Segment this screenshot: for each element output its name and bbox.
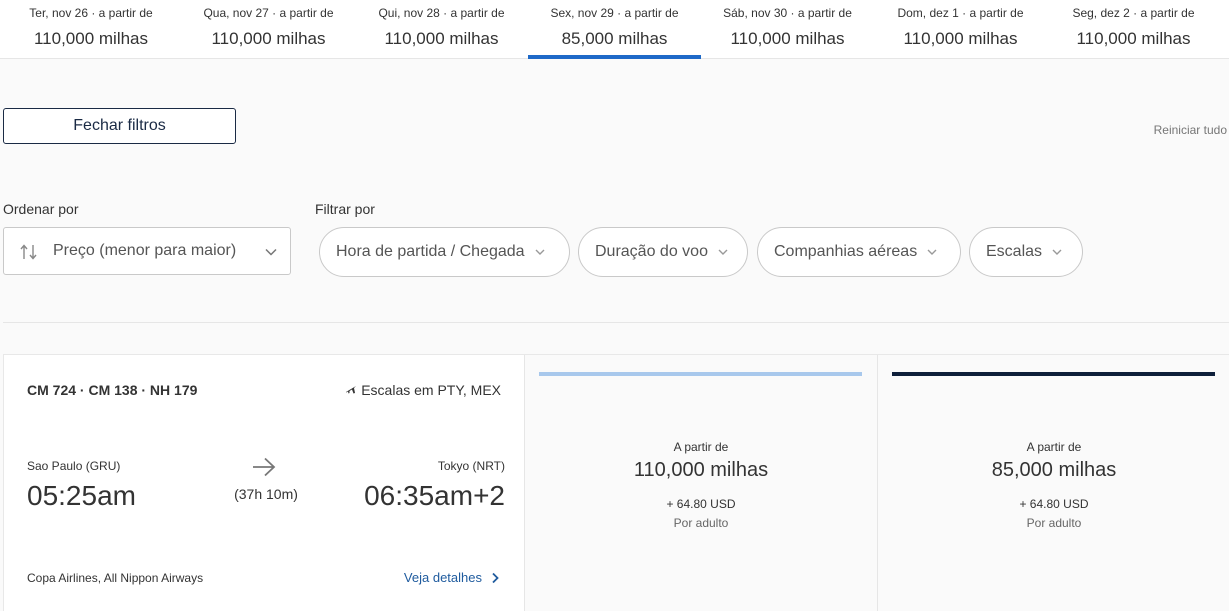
date-tab-nov-28[interactable]: Qui, nov 28 · a partir de 110,000 milhas [355, 0, 528, 59]
origin-city: Sao Paulo (GRU) [27, 459, 121, 473]
fare-miles: 110,000 milhas [633, 459, 769, 481]
fare-from-label: A partir de [1026, 440, 1082, 454]
sort-label: Ordenar por [3, 201, 79, 217]
date-tab-label: Seg, dez 2 · a partir de [1072, 6, 1195, 20]
divider [3, 322, 1229, 323]
stops-info: Escalas em PTY, MEX [345, 382, 501, 398]
filter-pill-label: Escalas [986, 243, 1043, 260]
plane-icon [346, 386, 357, 394]
fare-bar [892, 372, 1215, 376]
flight-duration: (37h 10m) [234, 486, 298, 502]
sort-value: Preço (menor para maior) [53, 242, 237, 259]
fare-per-adult: Por adulto [673, 516, 729, 530]
date-tab-price: 110,000 milhas [33, 29, 149, 48]
chevron-down-icon [718, 249, 728, 255]
sort-arrows-icon [20, 244, 37, 260]
date-tab-price: 110,000 milhas [384, 29, 499, 48]
date-tab-nov-27[interactable]: Qua, nov 27 · a partir de 110,000 milhas [182, 0, 355, 59]
chevron-down-icon [535, 249, 545, 255]
filter-departure-arrival[interactable]: Hora de partida / Chegada [319, 227, 570, 277]
chevron-down-icon [1052, 249, 1062, 255]
fare-tax: + 64.80 USD [1019, 497, 1089, 511]
filter-stops[interactable]: Escalas [969, 227, 1083, 277]
filter-label: Filtrar por [315, 201, 375, 217]
departure-time: 05:25am [27, 480, 136, 511]
date-tab-label: Sex, nov 29 · a partir de [550, 6, 679, 20]
date-tab-price: 110,000 milhas [1076, 29, 1191, 48]
fare-per-adult: Por adulto [1026, 516, 1082, 530]
flight-numbers: CM 724 · CM 138 · NH 179 [27, 382, 198, 398]
fare-bar [539, 372, 862, 376]
flight-info: CM 724 · CM 138 · NH 179 Escalas em PTY,… [4, 355, 524, 611]
date-tab-price: 110,000 milhas [211, 29, 326, 48]
date-tab-dec-2[interactable]: Seg, dez 2 · a partir de 110,000 milhas [1047, 0, 1220, 59]
date-tab-label: Ter, nov 26 · a partir de [29, 6, 153, 20]
date-tab-nov-29[interactable]: Sex, nov 29 · a partir de 85,000 milhas [528, 0, 701, 59]
active-tab-indicator [528, 55, 701, 59]
date-tab-nov-30[interactable]: Sáb, nov 30 · a partir de 110,000 milhas [701, 0, 874, 59]
date-tabs: Ter, nov 26 · a partir de 110,000 milhas… [0, 0, 1229, 59]
fare-from-label: A partir de [673, 440, 729, 454]
fare-tax: + 64.80 USD [666, 497, 736, 511]
chevron-right-icon [492, 572, 499, 583]
date-tab-dec-1[interactable]: Dom, dez 1 · a partir de 110,000 milhas [874, 0, 1047, 59]
arrow-right-icon [253, 457, 276, 477]
date-tab-label: Dom, dez 1 · a partir de [897, 6, 1024, 20]
stops-text: Escalas em PTY, MEX [361, 382, 501, 398]
fare-option-2[interactable]: A partir de 85,000 milhas + 64.80 USD Po… [877, 355, 1229, 611]
reset-all-link[interactable]: Reiniciar tudo [1154, 123, 1227, 137]
details-link-label: Veja detalhes [403, 570, 482, 585]
close-filters-button[interactable]: Fechar filtros [3, 108, 236, 144]
sort-select[interactable]: Preço (menor para maior) [3, 227, 291, 275]
flight-card: CM 724 · CM 138 · NH 179 Escalas em PTY,… [3, 354, 1229, 611]
arrival-time: 06:35am+2 [364, 480, 505, 511]
date-tab-label: Sáb, nov 30 · a partir de [723, 6, 852, 20]
filter-pill-label: Hora de partida / Chegada [336, 243, 525, 260]
chevron-down-icon [265, 248, 277, 256]
date-tab-price: 110,000 milhas [903, 29, 1018, 48]
chevron-down-icon [927, 249, 937, 255]
destination-city: Tokyo (NRT) [437, 459, 505, 473]
filter-airlines[interactable]: Companhias aéreas [757, 227, 961, 277]
date-tab-label: Qui, nov 28 · a partir de [378, 6, 505, 20]
filter-pill-label: Duração do voo [595, 243, 708, 260]
date-tab-price: 110,000 milhas [730, 29, 845, 48]
date-tab-nov-26[interactable]: Ter, nov 26 · a partir de 110,000 milhas [0, 0, 182, 59]
date-tab-price: 85,000 milhas [561, 29, 668, 48]
fare-miles: 85,000 milhas [991, 459, 1117, 481]
fare-option-1[interactable]: A partir de 110,000 milhas + 64.80 USD P… [524, 355, 877, 611]
filter-flight-duration[interactable]: Duração do voo [578, 227, 748, 277]
details-link[interactable]: Veja detalhes [404, 570, 501, 585]
date-tab-label: Qua, nov 27 · a partir de [203, 6, 334, 20]
airlines-text: Copa Airlines, All Nippon Airways [27, 571, 204, 585]
filter-pill-label: Companhias aéreas [774, 243, 918, 260]
